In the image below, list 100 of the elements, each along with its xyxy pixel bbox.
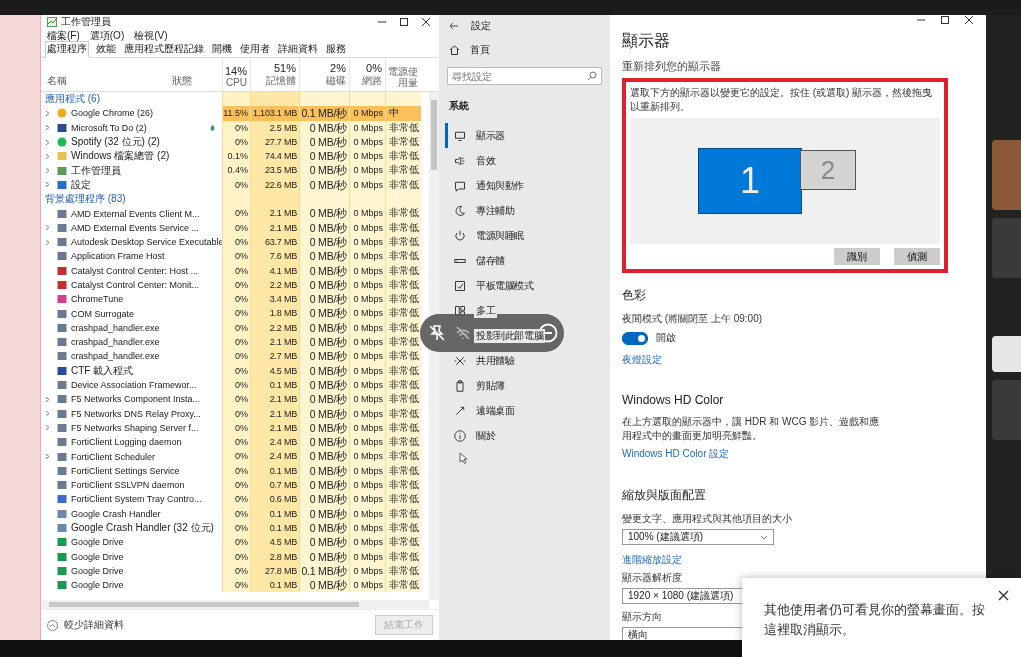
table-cell bbox=[299, 92, 349, 107]
monitor-icon bbox=[454, 129, 466, 142]
settings-link[interactable]: Windows HD Color 設定 bbox=[622, 447, 730, 461]
section-heading: Windows HD Color bbox=[622, 393, 724, 407]
nav-item[interactable]: 遠端桌面 bbox=[445, 398, 610, 423]
table-cell: 0% bbox=[222, 435, 250, 450]
chevron-icon[interactable] bbox=[45, 124, 50, 132]
table-cell: 非常低 bbox=[385, 249, 421, 264]
chevron-icon[interactable] bbox=[45, 152, 50, 160]
table-cell: 非常低 bbox=[385, 478, 421, 493]
nav-item[interactable]: 顯示器 bbox=[445, 123, 610, 148]
chevron-icon[interactable] bbox=[45, 238, 50, 246]
window-title: 工作管理員 bbox=[61, 15, 111, 29]
signal-off-icon[interactable] bbox=[454, 324, 472, 342]
settings-link[interactable]: 夜燈設定 bbox=[622, 353, 662, 367]
tab[interactable]: 應用程式歷程記錄 bbox=[123, 42, 205, 57]
menu-item[interactable]: 檢視(V) bbox=[134, 28, 168, 43]
close-icon[interactable] bbox=[998, 590, 1009, 601]
table-cell: 0 Mbps bbox=[349, 292, 385, 307]
nav-item[interactable]: 平板電腦模式 bbox=[445, 273, 610, 298]
video-placeholder bbox=[992, 140, 1021, 210]
fewer-details-link[interactable]: 較少詳細資料 bbox=[64, 618, 124, 632]
toggle-switch[interactable] bbox=[622, 331, 648, 345]
circle-icon bbox=[57, 108, 67, 119]
app-icon bbox=[57, 280, 67, 290]
tab[interactable]: 效能 bbox=[95, 42, 117, 57]
column-header[interactable]: 51% 記憶體 bbox=[250, 58, 299, 91]
maximize-icon[interactable] bbox=[940, 15, 950, 25]
menu-item[interactable]: 選項(O) bbox=[89, 28, 125, 43]
column-header[interactable]: 2% 磁碟 bbox=[299, 58, 349, 91]
pin-off-icon[interactable] bbox=[428, 324, 446, 342]
table-cell: 中 bbox=[385, 106, 421, 121]
tab[interactable]: 使用者 bbox=[239, 42, 271, 57]
chevron-icon[interactable] bbox=[45, 424, 50, 432]
table-cell bbox=[250, 92, 299, 107]
nav-item[interactable]: 儲存體 bbox=[445, 248, 610, 273]
app-icon bbox=[57, 265, 67, 276]
action-button[interactable]: 偵測 bbox=[894, 248, 940, 265]
collapse-icon[interactable] bbox=[47, 619, 58, 631]
column-header[interactable]: 名稱 bbox=[47, 74, 67, 88]
table-cell: 0.1% bbox=[222, 149, 250, 164]
column-header[interactable]: 狀態 bbox=[172, 74, 192, 88]
nav-item[interactable]: 專注輔助 bbox=[445, 198, 610, 223]
home-link[interactable]: 首頁 bbox=[445, 37, 610, 63]
app-icon bbox=[57, 222, 67, 233]
monitor-tile[interactable]: 1 bbox=[698, 148, 802, 214]
column-header[interactable]: 14% CPU bbox=[222, 58, 250, 91]
table-cell: 74.4 MB bbox=[250, 149, 299, 164]
nav-item[interactable]: 電源與睡眠 bbox=[445, 223, 610, 248]
table-cell: 非常低 bbox=[385, 435, 421, 450]
close-icon[interactable] bbox=[421, 17, 431, 27]
app-icon bbox=[57, 451, 67, 462]
nav-item[interactable]: 共用體驗 bbox=[445, 348, 610, 373]
process-name: crashpad_handler.exe bbox=[71, 350, 160, 364]
table-cell: 4.5 MB bbox=[250, 535, 299, 550]
table-cell: 0 Mbps bbox=[349, 249, 385, 264]
chevron-icon[interactable] bbox=[45, 410, 50, 418]
chevron-icon[interactable] bbox=[45, 167, 50, 175]
scale-dropdown[interactable]: 100% (建議選項) bbox=[622, 529, 774, 545]
table-cell: 0 Mbps bbox=[349, 349, 385, 364]
table-cell: 非常低 bbox=[385, 535, 421, 550]
table-cell: 非常低 bbox=[385, 449, 421, 464]
tab[interactable]: 開機 bbox=[211, 42, 233, 57]
table-cell: 非常低 bbox=[385, 149, 421, 164]
action-button[interactable]: 識別 bbox=[834, 248, 880, 265]
scrollbar[interactable] bbox=[41, 600, 429, 609]
process-name: COM Surrogate bbox=[71, 307, 135, 321]
maximize-icon[interactable] bbox=[399, 17, 409, 27]
chevron-icon[interactable] bbox=[45, 453, 50, 461]
process-name: Google Crash Handler bbox=[71, 507, 161, 521]
table-cell: 0 Mbps bbox=[349, 106, 385, 121]
nav-item[interactable]: 音效 bbox=[445, 148, 610, 173]
tab[interactable]: 服務 bbox=[325, 42, 347, 57]
back-arrow-icon[interactable] bbox=[449, 22, 459, 30]
chevron-icon[interactable] bbox=[45, 395, 50, 403]
process-name: Google Drive bbox=[71, 550, 124, 564]
process-name: FortiClient Logging daemon bbox=[71, 436, 182, 450]
table-cell: 0.1 MB bbox=[250, 578, 299, 593]
scrollbar[interactable] bbox=[429, 92, 439, 600]
chevron-icon[interactable] bbox=[45, 138, 50, 146]
table-cell: 0 Mbps bbox=[349, 449, 385, 464]
menu-item[interactable]: 檔案(F) bbox=[47, 28, 80, 43]
process-name: crashpad_handler.exe bbox=[71, 336, 160, 350]
tab[interactable]: 詳細資料 bbox=[277, 42, 319, 57]
chevron-icon[interactable] bbox=[45, 109, 50, 117]
tab[interactable]: 處理程序 bbox=[45, 41, 89, 58]
settings-link[interactable]: 進階縮放設定 bbox=[622, 553, 682, 567]
nav-item[interactable]: 通知與動作 bbox=[445, 173, 610, 198]
column-header[interactable]: 0% 網路 bbox=[349, 58, 385, 91]
table-cell: 2.4 MB bbox=[250, 435, 299, 450]
nav-item[interactable]: 剪貼簿 bbox=[445, 373, 610, 398]
chevron-icon[interactable] bbox=[45, 181, 50, 189]
process-name: Google Drive bbox=[71, 579, 124, 593]
process-name: F5 Networks Component Insta... bbox=[71, 393, 201, 407]
search-field[interactable]: 尋找設定 bbox=[447, 67, 602, 85]
chevron-icon[interactable] bbox=[45, 224, 50, 232]
nav-item[interactable]: 關於 bbox=[445, 423, 610, 448]
page-title: 顯示器 bbox=[622, 31, 670, 51]
column-header[interactable]: 電源使用量 bbox=[385, 58, 421, 91]
close-icon[interactable] bbox=[964, 15, 974, 25]
